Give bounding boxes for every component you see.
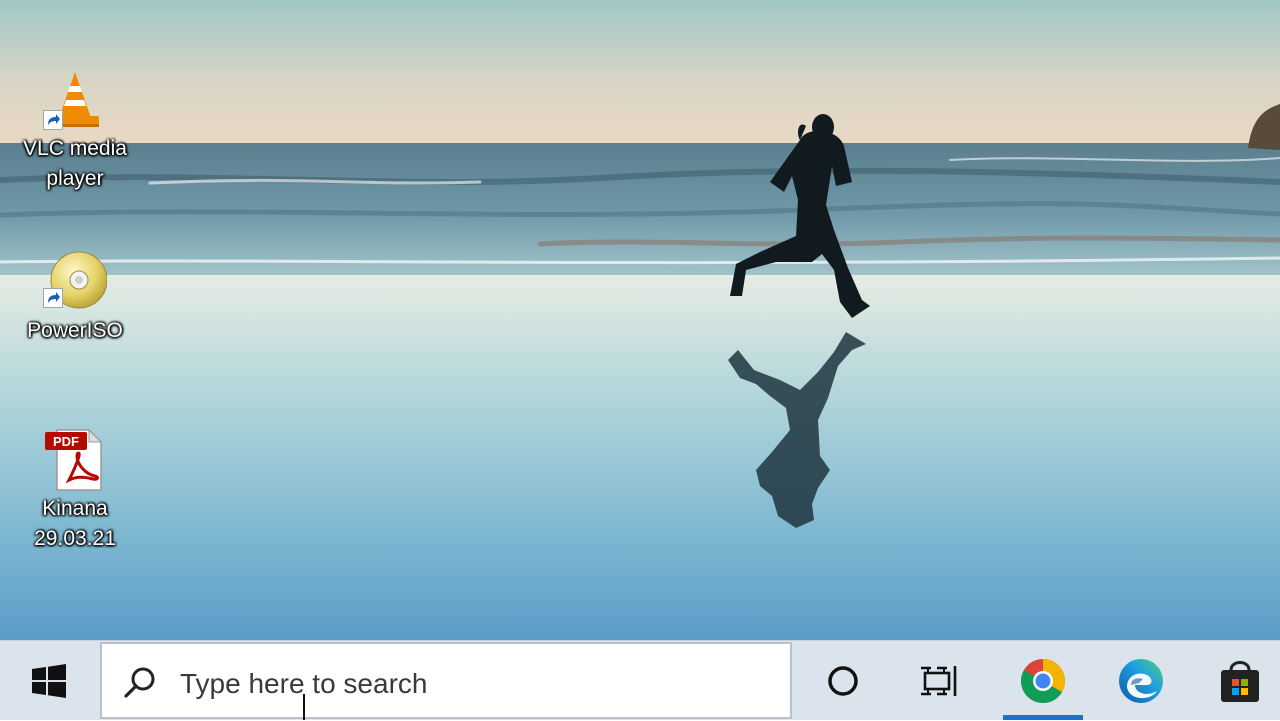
active-app-indicator: [1003, 715, 1083, 720]
chrome-icon: [1021, 659, 1065, 703]
vlc-cone-icon: [43, 68, 107, 132]
desktop-icon-kinana-pdf[interactable]: PDF Kinana 29.03.21: [10, 428, 140, 554]
store-icon: [1221, 661, 1259, 702]
desktop-icon-label: VLC media player: [23, 137, 127, 190]
store-button[interactable]: [1200, 641, 1280, 721]
pdf-file-icon: PDF: [43, 428, 107, 492]
taskbar: Type here to search: [0, 640, 1280, 720]
task-view-icon: [921, 666, 957, 696]
search-icon: [124, 667, 155, 698]
start-button[interactable]: [0, 641, 98, 721]
chrome-button[interactable]: [1003, 641, 1083, 721]
windows-logo-icon: [32, 664, 66, 698]
pdf-badge-text: PDF: [53, 434, 79, 449]
shortcut-arrow-icon: [43, 288, 63, 308]
desktop: VLC media player PowerISO PDF Kinana 29.…: [0, 0, 1280, 640]
edge-button[interactable]: [1101, 641, 1181, 721]
wallpaper-image: [0, 0, 1280, 640]
search-box[interactable]: Type here to search: [100, 642, 792, 720]
task-view-button[interactable]: [900, 641, 980, 721]
text-cursor: [303, 694, 305, 720]
cortana-icon: [828, 666, 858, 696]
cortana-button[interactable]: [803, 641, 883, 721]
desktop-icon-label: Kinana 29.03.21: [34, 497, 116, 550]
desktop-icon-poweriso[interactable]: PowerISO: [10, 250, 140, 346]
edge-icon: [1119, 659, 1163, 703]
desktop-icon-label: PowerISO: [27, 319, 123, 342]
desktop-icon-vlc[interactable]: VLC media player: [10, 68, 140, 194]
disc-icon: [43, 250, 108, 314]
shortcut-arrow-icon: [43, 110, 63, 130]
